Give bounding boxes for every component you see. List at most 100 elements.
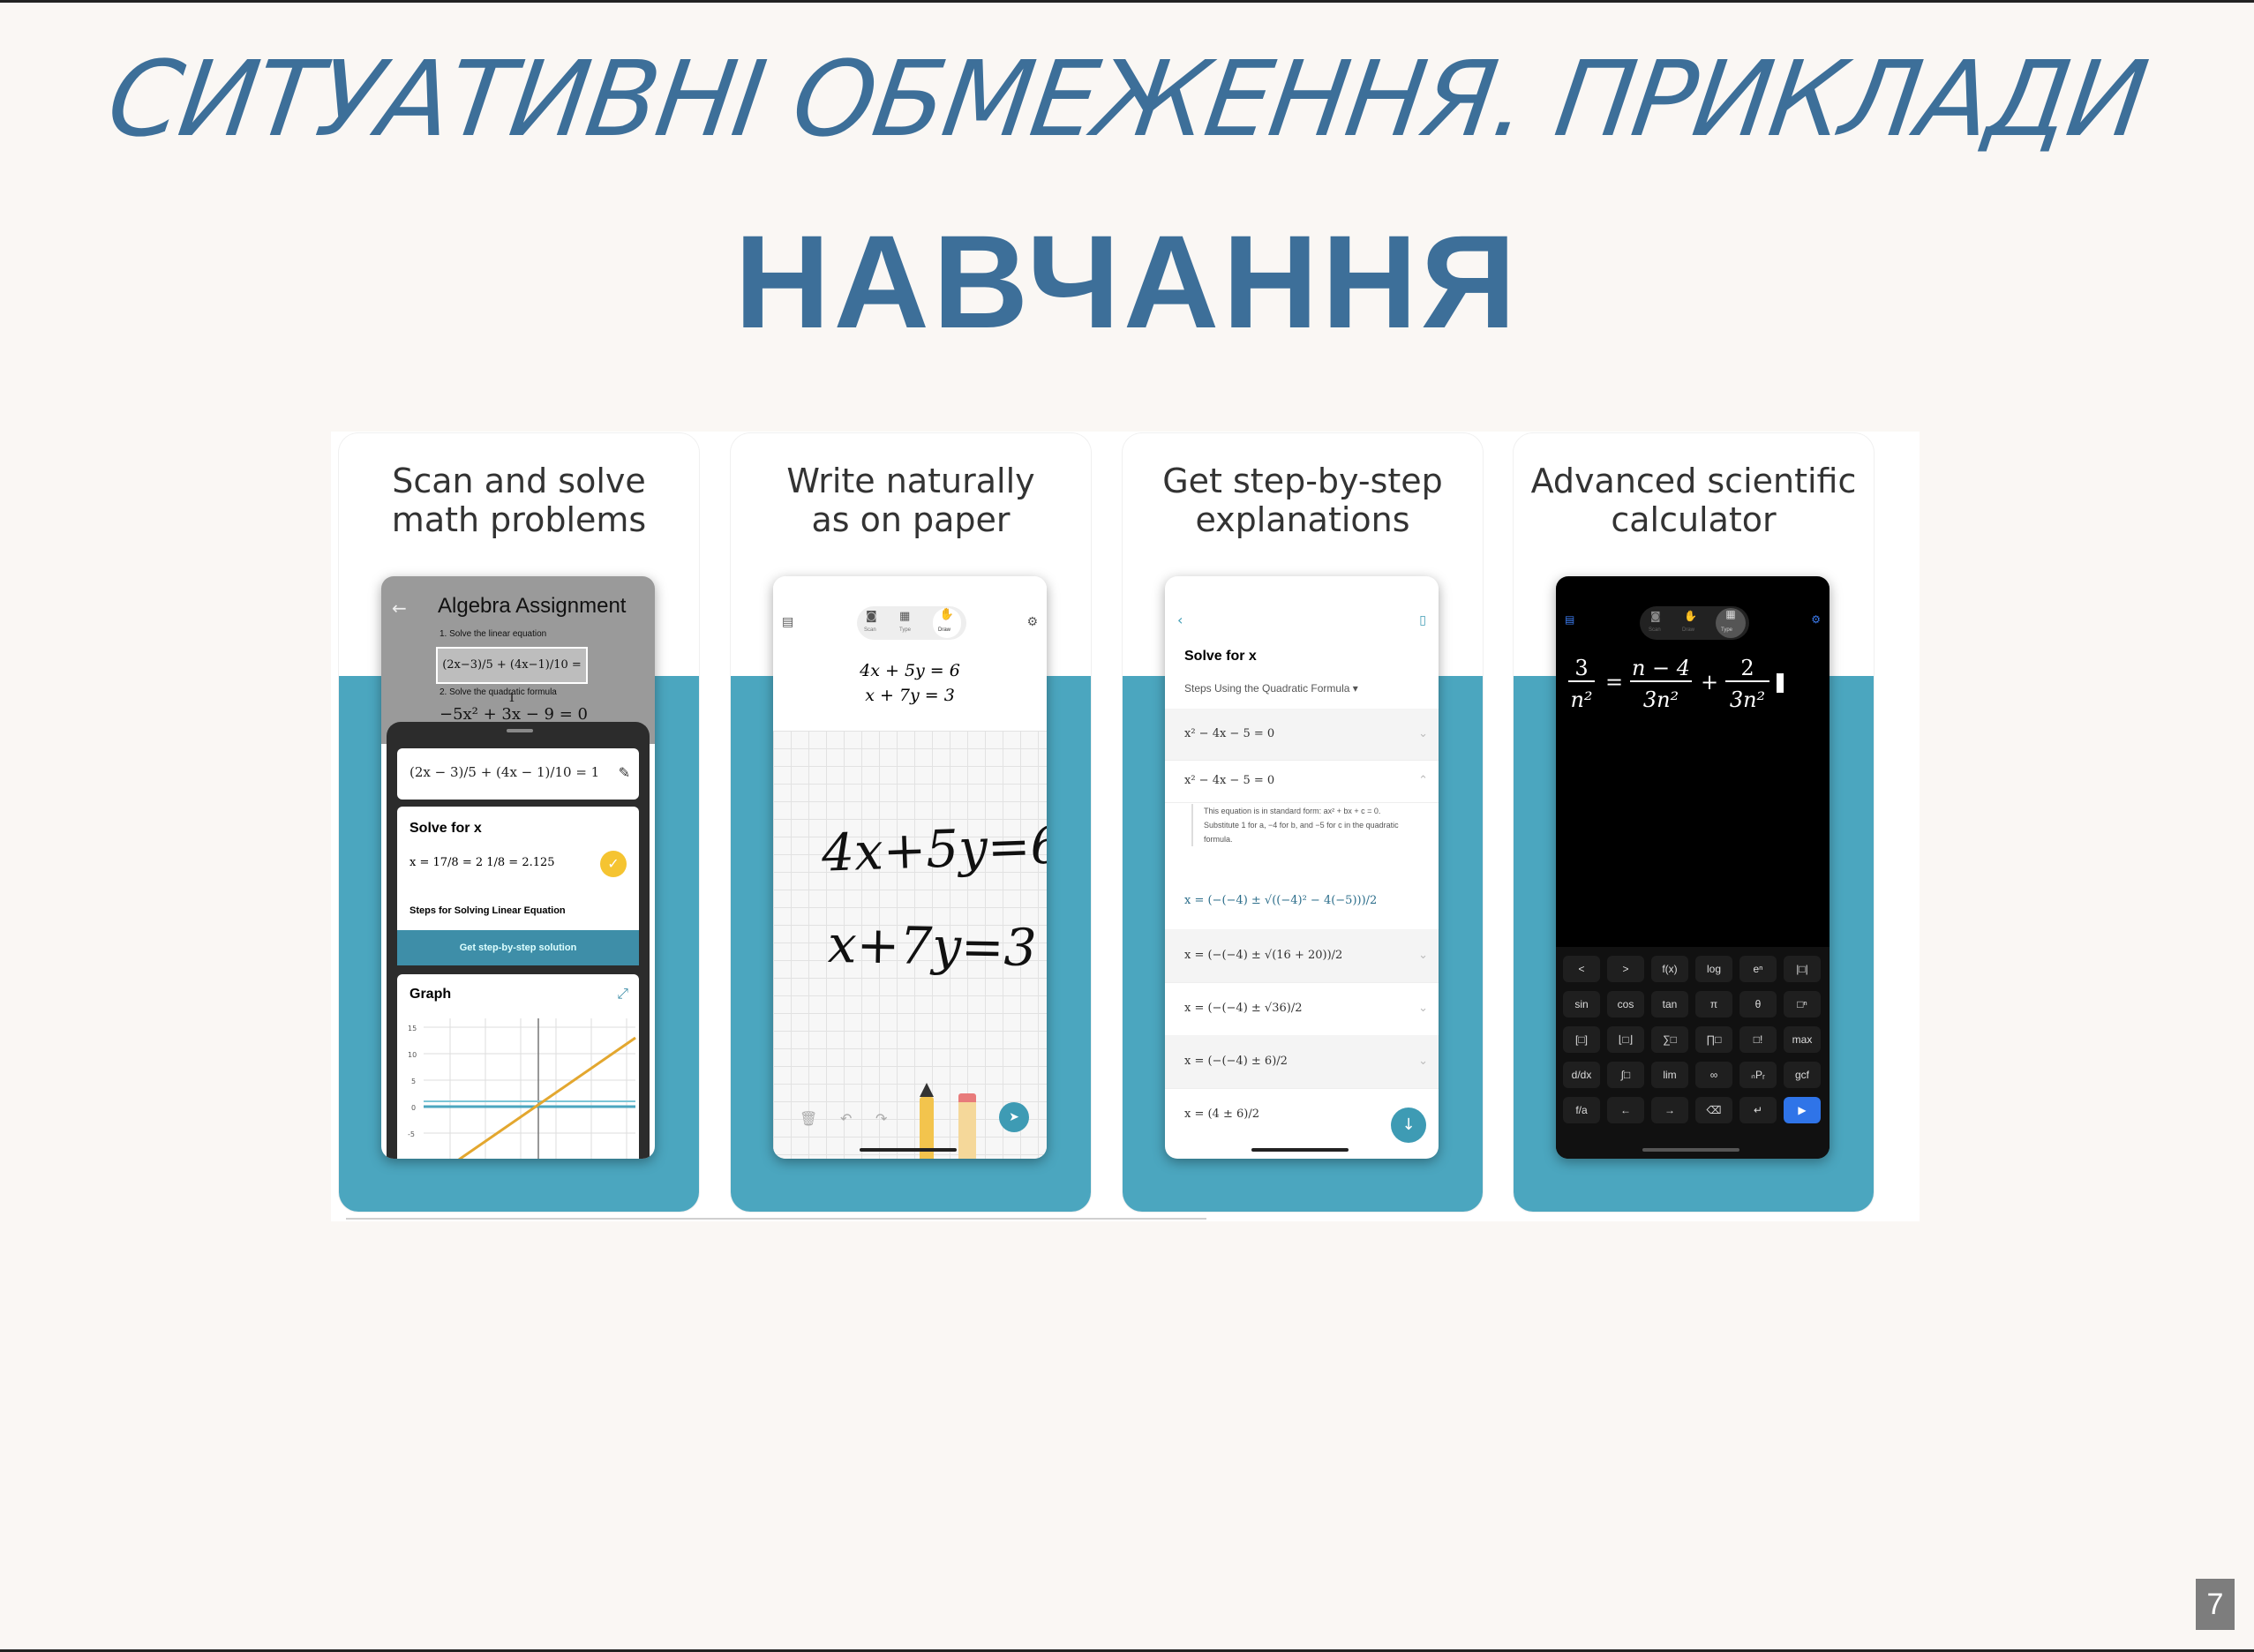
mode-draw[interactable]: Draw (1682, 627, 1694, 633)
key[interactable]: □ⁿ (1784, 991, 1821, 1017)
back-arrow-icon[interactable]: ← (392, 597, 407, 619)
key[interactable]: ∞ (1695, 1062, 1732, 1088)
key[interactable]: lim (1651, 1062, 1688, 1088)
card-caption: Get step-by-step explanations (1123, 462, 1483, 539)
result-sheet: (2x − 3)/5 + (4x − 1)/10 = 1 ✎ Solve for… (387, 722, 650, 1159)
chevron-down-icon: ⌄ (1418, 949, 1428, 962)
step-row[interactable]: x² − 4x − 5 = 0 ⌄ (1165, 709, 1439, 761)
mode-scan[interactable]: Scan (1649, 627, 1661, 633)
mode-draw[interactable]: Draw (938, 627, 950, 633)
step-row-expanded[interactable]: x² − 4x − 5 = 0 ⌃ (1165, 760, 1439, 803)
mode-switcher[interactable]: ◙ ✋ ▦ Scan Draw Type (1640, 606, 1749, 640)
key[interactable]: log (1695, 956, 1732, 982)
graph-tick: 0 (411, 1104, 416, 1112)
keyboard-icon[interactable]: ▦ (1716, 608, 1746, 638)
settings-gear-icon[interactable]: ⚙ (1026, 615, 1038, 629)
sheet-handle[interactable] (507, 729, 533, 732)
key[interactable]: max (1784, 1026, 1821, 1053)
step-row[interactable]: x = (−(−4) ± √((−4)² − 4(−5)))/2 (1165, 873, 1439, 930)
draw-hand-icon[interactable]: ✋ (933, 608, 961, 638)
check-icon: ✓ (600, 851, 627, 877)
settings-gear-icon[interactable]: ⚙ (1811, 613, 1821, 626)
key[interactable]: □! (1739, 1026, 1777, 1053)
mode-scan[interactable]: Scan (864, 627, 876, 633)
input-equation-box[interactable]: (2x − 3)/5 + (4x − 1)/10 = 1 ✎ (397, 748, 639, 800)
keyboard-icon[interactable]: ▦ (899, 610, 910, 623)
key[interactable]: ← (1607, 1097, 1644, 1123)
key[interactable]: gcf (1784, 1062, 1821, 1088)
history-icon[interactable]: ▤ (782, 615, 793, 629)
bookmark-icon[interactable]: ▯ (1419, 613, 1426, 627)
assignment-header: Algebra Assignment (438, 594, 627, 618)
equation-2: −5x² + 3x − 9 = 0 (440, 705, 588, 724)
submit-key[interactable]: ▶ (1784, 1097, 1821, 1123)
method-dropdown[interactable]: Steps Using the Quadratic Formula ▾ (1184, 682, 1358, 695)
key[interactable]: d/dx (1563, 1062, 1600, 1088)
method-label: Steps Using the Quadratic Formula (1184, 682, 1350, 695)
key[interactable]: ∑□ (1651, 1026, 1688, 1053)
mode-type[interactable]: Type (1721, 627, 1732, 633)
slide-subtitle: НАВЧАННЯ (734, 207, 1520, 356)
calculator-expression[interactable]: 3 n² = n − 4 3n² + 2 3n² (1556, 656, 1829, 726)
key[interactable]: → (1651, 1097, 1688, 1123)
step-row[interactable]: x = (−(−4) ± √36)/2 ⌄ (1165, 982, 1439, 1036)
key[interactable]: θ (1739, 991, 1777, 1017)
submit-arrow-icon[interactable]: ➤ (999, 1102, 1029, 1132)
chevron-up-icon: ⌃ (1418, 774, 1428, 787)
key[interactable]: sin (1563, 991, 1600, 1017)
graph-tick: 10 (408, 1051, 417, 1059)
key[interactable]: ⌫ (1695, 1097, 1732, 1123)
camera-icon[interactable]: ◙ (866, 610, 877, 623)
key[interactable]: f/a (1563, 1097, 1600, 1123)
chevron-down-icon: ⌄ (1418, 727, 1428, 740)
key[interactable]: cos (1607, 991, 1644, 1017)
typed-equation-2: x + 7y = 3 (865, 686, 955, 705)
solve-card: Solve for x x = 17/8 = 2 1/8 = 2.125 ✓ S… (397, 807, 639, 965)
expand-icon[interactable]: ⤢ (617, 985, 628, 1002)
key[interactable]: ↵ (1739, 1097, 1777, 1123)
graph-tick: 15 (408, 1025, 417, 1032)
scroll-down-icon[interactable]: ↓ (1391, 1108, 1426, 1143)
caption-line: as on paper (811, 500, 1011, 539)
drawing-canvas[interactable]: 4x+5y=6 x+7y=3 🗑 ↶ ↷ ➤ (773, 731, 1047, 1159)
step-by-step-button[interactable]: Get step-by-step solution (397, 930, 639, 965)
key[interactable]: ₙPᵣ (1739, 1062, 1777, 1088)
key[interactable]: f(x) (1651, 956, 1688, 982)
pencil-tip (920, 1083, 934, 1097)
key[interactable]: > (1607, 956, 1644, 982)
handwritten-equation-1: 4x+5y=6 (820, 815, 1047, 883)
scan-highlight[interactable]: (2x−3)/5 + (4x−1)/10 = 1 (436, 647, 588, 705)
question-1: 1. Solve the linear equation (440, 629, 547, 639)
solve-result: x = 17/8 = 2 1/8 = 2.125 (409, 856, 555, 869)
mode-type[interactable]: Type (899, 627, 911, 633)
camera-icon[interactable]: ◙ (1650, 610, 1661, 622)
key[interactable]: [□] (1563, 1026, 1600, 1053)
trash-icon[interactable]: 🗑 (800, 1110, 817, 1127)
key[interactable]: ∫□ (1607, 1062, 1644, 1088)
card-caption: Write naturally as on paper (731, 462, 1091, 539)
draw-hand-icon[interactable]: ✋ (1684, 610, 1697, 622)
key[interactable]: π (1695, 991, 1732, 1017)
card-calculator: Advanced scientific calculator ▤ ◙ ✋ ▦ S… (1514, 433, 1874, 1212)
solve-title: Solve for x (409, 821, 482, 836)
history-icon[interactable]: ▤ (1565, 613, 1574, 626)
key[interactable]: < (1563, 956, 1600, 982)
phone-screen: ← Algebra Assignment 1. Solve the linear… (381, 576, 655, 1159)
mode-switcher[interactable]: ◙ ▦ ✋ Scan Type Draw (857, 606, 966, 640)
undo-icon[interactable]: ↶ (840, 1110, 852, 1127)
redo-icon[interactable]: ↷ (875, 1110, 887, 1127)
key[interactable]: tan (1651, 991, 1688, 1017)
graph-tick: 5 (411, 1078, 416, 1085)
eraser-icon[interactable] (958, 1093, 976, 1159)
back-chevron-icon[interactable]: ‹ (1177, 612, 1183, 628)
key[interactable]: ∏□ (1695, 1026, 1732, 1053)
card-caption: Scan and solve math problems (339, 462, 699, 539)
key[interactable]: ⌊□⌋ (1607, 1026, 1644, 1053)
key[interactable]: eⁿ (1739, 956, 1777, 982)
step-explanation: This equation is in standard form: ax² +… (1191, 804, 1416, 846)
edit-pencil-icon[interactable]: ✎ (619, 764, 630, 781)
key[interactable]: |□| (1784, 956, 1821, 982)
step-row[interactable]: x = (−(−4) ± √(16 + 20))/2 ⌄ (1165, 929, 1439, 983)
caption-line: Advanced scientific (1530, 462, 1857, 500)
step-row[interactable]: x = (−(−4) ± 6)/2 ⌄ (1165, 1035, 1439, 1089)
